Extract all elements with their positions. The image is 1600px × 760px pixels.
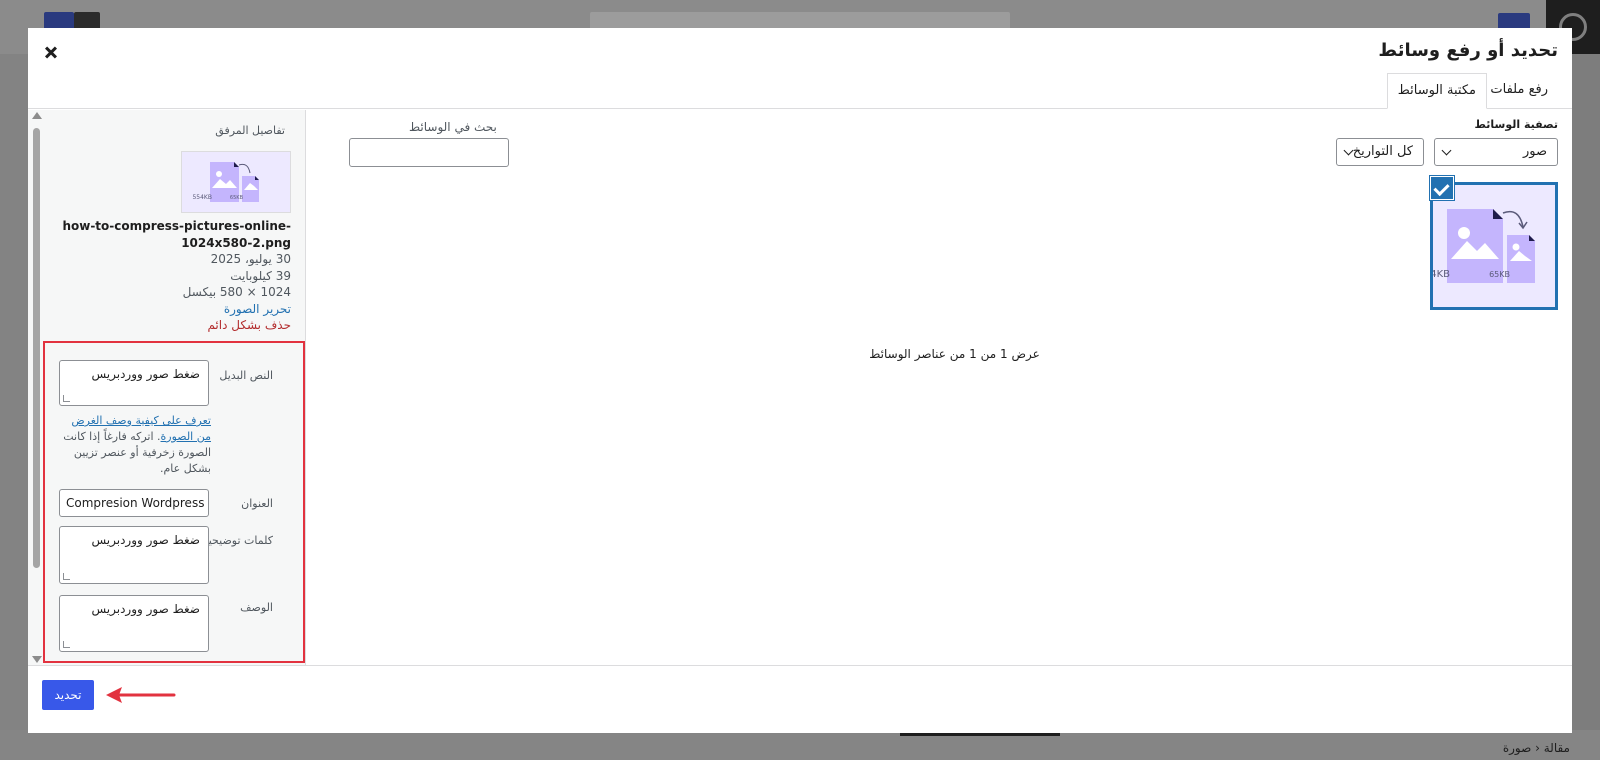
attachment-thumbnail[interactable]: 554KB 65KB [1417,182,1558,310]
title-field[interactable]: Compresion Wordpress Image [59,489,209,517]
attachment-fields-highlight: النص البديل ضغط صور ووردبريس تعرف على كي… [43,341,305,663]
date-filter-select[interactable]: كل التواريخ [1336,138,1424,166]
modal-tabs: رفع ملفات مكتبة الوسائط [28,73,1572,109]
editor-footer [0,730,1600,760]
close-icon[interactable] [40,40,64,64]
caption-label: كلمات توضيحية [202,534,273,547]
chevron-down-icon [1441,145,1452,156]
attachment-details-heading: تفاصيل المرفق [215,124,285,137]
image-compress-icon: 554KB 65KB [192,162,259,202]
title-label: العنوان [241,497,273,510]
description-field[interactable]: ضغط صور ووردبريس [59,595,209,652]
date-filter-value: كل التواريخ [1352,144,1413,159]
search-label: بحث في الوسائط [409,120,497,134]
alt-text-help: تعرف على كيفية وصف الغرض من الصورة. اترك… [59,413,211,477]
filter-label: تصفية الوسائط [1474,118,1558,131]
tab-media-library[interactable]: مكتبة الوسائط [1386,73,1487,109]
select-button[interactable]: تحديد [42,680,94,710]
attachment-date: 30 يوليو، 2025 [210,252,291,266]
editor-heading-fragment [900,733,1060,741]
selected-check-icon[interactable] [1430,176,1454,200]
description-label: الوصف [240,601,273,614]
caption-field[interactable]: ضغط صور ووردبريس [59,526,209,584]
edit-image-link[interactable]: تحرير الصورة [61,301,291,318]
results-count: عرض 1 من 1 من عناصر الوسائط [869,347,1040,361]
image-compress-icon: 554KB 65KB [1417,209,1535,283]
sidebar-scrollbar[interactable] [30,110,42,665]
scroll-up-icon[interactable] [32,112,42,119]
attachment-filename: how-to-compress-pictures-online-1024x580… [62,219,291,250]
preview-size-before: 554KB [192,194,212,201]
tab-upload-files[interactable]: رفع ملفات [1480,73,1558,109]
search-input[interactable] [349,138,509,167]
modal-toolbar: تحديد [28,665,1572,733]
attachments-browser: تصفية الوسائط صور كل التواريخ بحث في الو… [337,110,1572,665]
delete-permanently-link[interactable]: حذف بشكل دائم [61,317,291,334]
editor-breadcrumb: مقالة ‹ صورة [1502,741,1570,755]
attachment-details-sidebar: تفاصيل المرفق 554KB 65KB how-to-compress… [28,110,306,665]
alt-text-label: النص البديل [219,369,273,382]
scrollbar-thumb[interactable] [33,128,40,568]
thumb-size-before: 554KB [1433,269,1450,280]
alt-text-field[interactable]: ضغط صور ووردبريس [59,360,209,406]
editor-left-panel [0,54,28,760]
media-modal: تحديد أو رفع وسائط رفع ملفات مكتبة الوسا… [28,28,1572,733]
thumb-size-after: 65KB [1489,270,1510,279]
attachment-filesize: 39 كيلوبايت [230,268,291,283]
preview-size-after: 65KB [230,195,244,201]
attachment-dimensions: 1024 × 580 بيكسل [182,285,291,299]
media-type-select[interactable]: صور [1434,138,1558,166]
attachment-preview: 554KB 65KB [181,151,291,213]
scroll-down-icon[interactable] [32,656,42,663]
modal-title: تحديد أو رفع وسائط [1378,40,1558,61]
media-type-value: صور [1522,144,1547,159]
annotation-arrow-icon [106,687,176,703]
attachment-meta: how-to-compress-pictures-online-1024x580… [61,218,291,334]
